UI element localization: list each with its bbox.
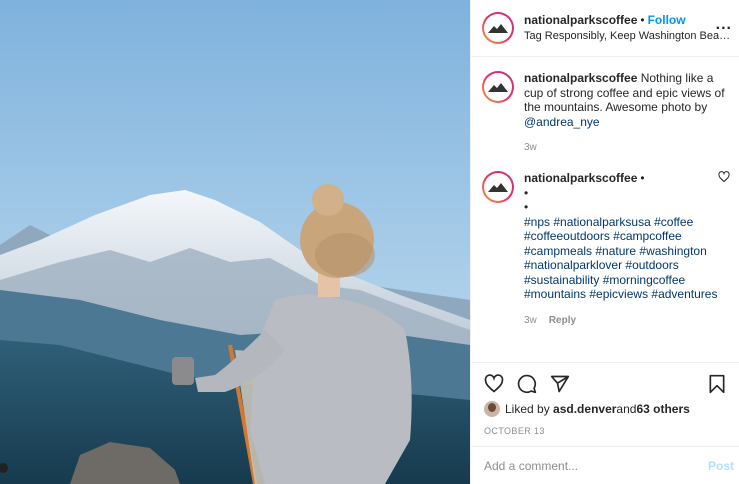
liker-username[interactable]: asd.denver xyxy=(553,402,616,416)
mountain-logo-icon xyxy=(488,24,508,33)
caption-username[interactable]: nationalparkscoffee xyxy=(524,71,637,85)
post-header: nationalparkscoffee • Follow Tag Responsib… xyxy=(471,0,739,57)
caption-body: nationalparkscoffee Nothing like a cup o… xyxy=(524,71,732,156)
likes-line: Liked by asd.denver and 63 others xyxy=(484,401,727,417)
post-date[interactable]: OCTOBER 13 xyxy=(484,426,727,436)
reply-button[interactable]: Reply xyxy=(549,315,576,326)
likes-count[interactable]: 63 others xyxy=(636,402,689,416)
header-username[interactable]: nationalparkscoffee xyxy=(524,13,637,27)
action-bar: Liked by asd.denver and 63 others OCTOBE… xyxy=(471,362,739,436)
post-side-panel: nationalparkscoffee • Follow Tag Responsib… xyxy=(470,0,739,484)
mention-link[interactable]: @andrea_nye xyxy=(524,115,600,129)
hashtag-list[interactable]: #nps #nationalparksusa #coffee #coffeeou… xyxy=(524,215,720,302)
instagram-post-window: nationalparkscoffee • Follow Tag Responsib… xyxy=(0,0,739,484)
header-meta: nationalparkscoffee • Follow Tag Responsib… xyxy=(524,12,734,44)
post-photo[interactable] xyxy=(0,0,470,484)
comment-icon[interactable] xyxy=(517,374,537,394)
comment-avatar[interactable] xyxy=(482,171,514,203)
comment-bullet-2: • xyxy=(524,200,529,214)
comment-heart-icon[interactable] xyxy=(718,171,730,183)
comment-dot: • xyxy=(640,171,645,185)
add-comment-bar: Add a comment... Post xyxy=(471,446,739,484)
likes-prefix: Liked by xyxy=(505,402,550,416)
action-icons xyxy=(484,373,727,395)
header-dot: • xyxy=(640,13,645,27)
caption-time: 3w xyxy=(524,141,732,156)
caption-timestamp[interactable]: 3w xyxy=(524,142,537,153)
comment-bullet-1: • xyxy=(524,185,529,200)
post-button[interactable]: Post xyxy=(708,459,734,473)
mountain-logo-icon xyxy=(488,183,508,192)
comment-meta: 3w Reply xyxy=(524,314,720,329)
hashtag-comment: nationalparkscoffee • • • #nps #nationalp… xyxy=(482,171,732,328)
follow-button[interactable]: Follow xyxy=(648,13,686,27)
comment-timestamp[interactable]: 3w xyxy=(524,315,537,326)
location-link[interactable]: Tag Responsibly, Keep Washington Beaut..… xyxy=(524,28,732,44)
more-options-icon[interactable]: ... xyxy=(716,16,732,34)
caption-avatar[interactable] xyxy=(482,71,514,103)
caption: nationalparkscoffee Nothing like a cup o… xyxy=(482,71,732,156)
mountain-logo-icon xyxy=(488,83,508,92)
comment-username[interactable]: nationalparkscoffee xyxy=(524,171,637,185)
account-avatar[interactable] xyxy=(482,12,514,44)
comment-body: nationalparkscoffee • • • #nps #nationalp… xyxy=(524,171,720,328)
heart-icon[interactable] xyxy=(484,374,504,394)
likes-middle: and xyxy=(616,402,637,416)
comment-input[interactable]: Add a comment... xyxy=(484,459,708,473)
share-icon[interactable] xyxy=(550,374,570,394)
mountain-photo xyxy=(0,0,470,484)
bookmark-icon[interactable] xyxy=(707,374,727,394)
liker-avatar[interactable] xyxy=(484,401,500,417)
